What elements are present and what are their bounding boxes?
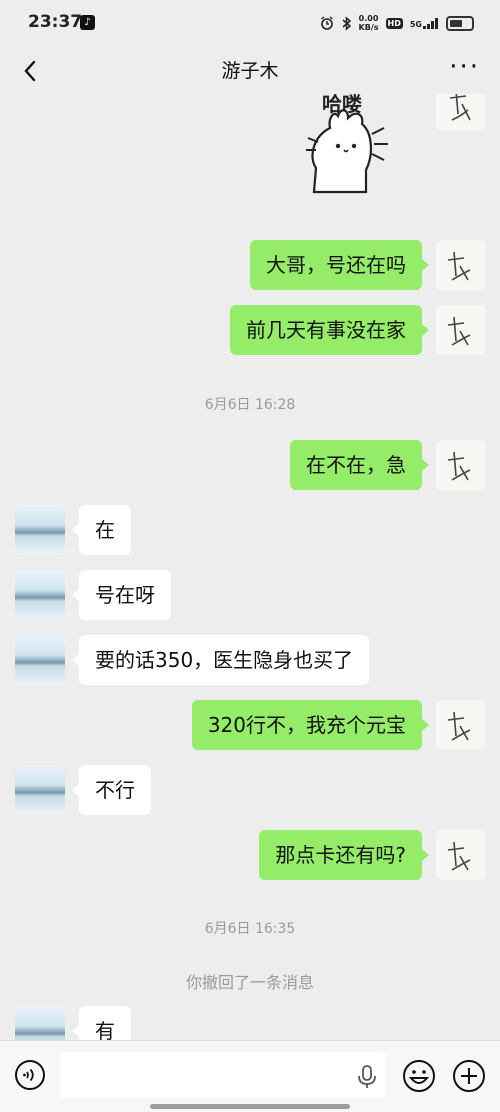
contact-avatar[interactable] (15, 765, 65, 815)
my-message-bubble[interactable]: 前几天有事没在家 (230, 305, 429, 355)
ink-calligraphy-avatar-icon (447, 316, 471, 346)
contact-message-bubble[interactable]: 要的话350，医生隐身也买了 (71, 635, 370, 685)
more-icon[interactable]: ··· (449, 54, 480, 80)
my-avatar[interactable] (436, 240, 486, 290)
plus-icon[interactable] (452, 1059, 486, 1093)
ink-calligraphy-avatar-icon (447, 451, 471, 481)
ink-calligraphy-avatar-icon (447, 711, 471, 741)
contact-message-bubble[interactable]: 有 (72, 1006, 131, 1040)
status-bar: 23:37 ♪ 0.00 KB/s HD 5G (0, 0, 500, 48)
sticker-message[interactable]: 哈喽 (300, 94, 396, 196)
net-speed: 0.00 KB/s (358, 14, 379, 32)
contact-avatar[interactable] (15, 635, 65, 685)
my-message-bubble[interactable]: 在不在，急 (290, 440, 429, 490)
my-message-bubble[interactable]: 320行不，我充个元宝 (191, 700, 430, 750)
bunny-sticker-icon (306, 109, 388, 194)
recalled-message-notice: 你撤回了一条消息 (185, 973, 314, 992)
message-list[interactable]: 哈喽 大哥，号还在吗 前几天有事没在家 6月6日 16:28 在不在，急 在 号… (0, 94, 500, 1040)
contact-message-bubble[interactable]: 号在呀 (72, 570, 171, 620)
signal-icon (423, 17, 438, 29)
home-indicator[interactable] (150, 1104, 350, 1109)
back-icon[interactable] (16, 56, 46, 86)
my-avatar[interactable] (436, 440, 486, 490)
ink-calligraphy-avatar-icon (447, 841, 471, 871)
contact-avatar[interactable] (15, 1006, 65, 1040)
my-message-bubble[interactable]: 那点卡还有吗? (259, 830, 429, 880)
my-avatar[interactable] (436, 830, 486, 880)
mic-icon[interactable] (356, 1064, 378, 1090)
emoji-icon[interactable] (402, 1059, 436, 1093)
my-message-bubble[interactable]: 大哥，号还在吗 (250, 240, 429, 290)
status-icons: 0.00 KB/s HD 5G (320, 14, 474, 32)
hd-badge: HD (385, 17, 403, 29)
contact-message-bubble[interactable]: 在 (72, 505, 131, 555)
message-input[interactable] (60, 1052, 386, 1098)
timestamp: 6月6日 16:28 (204, 397, 296, 413)
input-bar (0, 1040, 500, 1112)
chat-title: 游子木 (221, 60, 279, 82)
alarm-icon (320, 16, 333, 30)
voice-icon[interactable] (14, 1059, 46, 1091)
contact-avatar[interactable] (15, 505, 65, 555)
ink-calligraphy-avatar-icon (449, 94, 471, 121)
ink-calligraphy-avatar-icon (447, 251, 471, 281)
signal-indicator: 5G (410, 17, 439, 29)
chat-header: 游子木 ··· (0, 48, 500, 94)
contact-message-bubble[interactable]: 不行 (72, 765, 151, 815)
my-avatar[interactable] (436, 305, 486, 355)
timestamp: 6月6日 16:35 (204, 921, 296, 937)
battery-icon (446, 15, 474, 31)
contact-avatar[interactable] (15, 570, 65, 620)
status-time: 23:37 (28, 12, 83, 32)
my-avatar[interactable] (436, 700, 486, 750)
bluetooth-icon (342, 15, 351, 31)
tiktok-notification-icon: ♪ (80, 15, 95, 30)
my-avatar[interactable] (436, 94, 486, 130)
